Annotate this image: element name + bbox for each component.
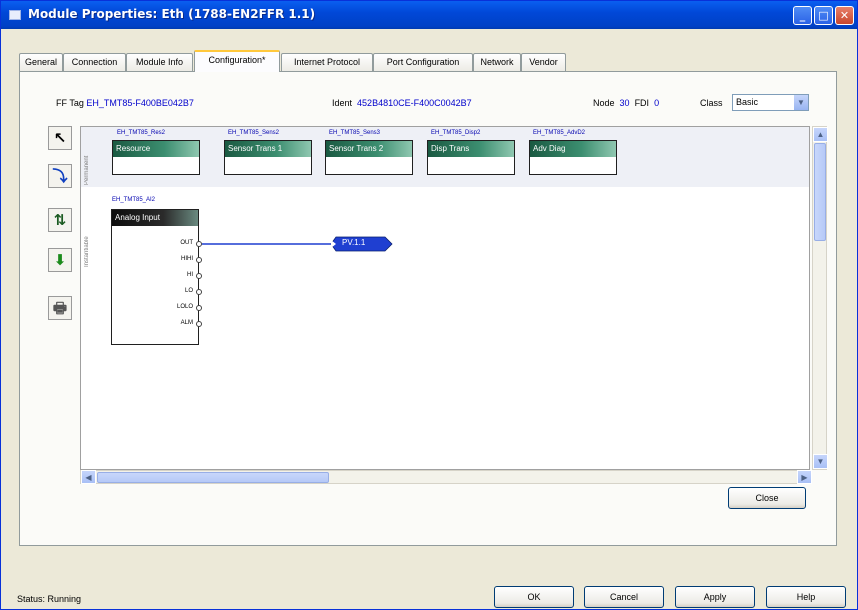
scroll-left-icon[interactable]: ◀ bbox=[81, 470, 96, 484]
swap-tool-button[interactable]: ⇅ bbox=[48, 208, 72, 232]
ident-value: 452B4810CE-F400C0042B7 bbox=[357, 98, 472, 108]
help-button[interactable]: Help bbox=[766, 586, 846, 608]
status-value: Running bbox=[47, 594, 82, 604]
swap-icon: ⇅ bbox=[53, 211, 67, 229]
pv-output-tag[interactable]: PV.1.1 bbox=[340, 237, 392, 251]
configuration-panel: FF Tag EH_TMT85-F400BE042B7 Ident 452B48… bbox=[19, 71, 837, 546]
node-row: Node 30 FDI 0 bbox=[593, 95, 659, 111]
pv-output-label: PV.1.1 bbox=[342, 238, 366, 247]
node-label: Node bbox=[593, 98, 615, 108]
window-icon bbox=[9, 10, 21, 20]
link-icon: ⤵ bbox=[52, 167, 68, 185]
link-layer bbox=[202, 236, 393, 252]
class-select-value: Basic bbox=[736, 97, 759, 107]
maximize-button[interactable]: □ bbox=[814, 6, 833, 25]
status-label: Status: bbox=[17, 594, 46, 604]
download-button[interactable]: ⬇ bbox=[48, 248, 72, 272]
class-select[interactable]: Basic ▼ bbox=[732, 94, 809, 111]
tab-vendor[interactable]: Vendor bbox=[521, 53, 566, 71]
ok-button[interactable]: OK bbox=[494, 586, 574, 608]
ff-tag-value: EH_TMT85-F400BE042B7 bbox=[86, 98, 194, 108]
class-label: Class bbox=[700, 98, 723, 108]
ident-label: Ident bbox=[332, 98, 353, 108]
node-value: 30 bbox=[619, 98, 630, 108]
status-bar: Status: Running bbox=[17, 594, 81, 604]
tab-port-configuration[interactable]: Port Configuration bbox=[373, 53, 473, 71]
close-window-button[interactable]: ✕ bbox=[835, 6, 854, 25]
fdi-value: 0 bbox=[654, 98, 660, 108]
module-properties-window: Module Properties: Eth (1788-EN2FFR 1.1)… bbox=[0, 0, 858, 610]
chevron-down-icon[interactable]: ▼ bbox=[793, 95, 808, 110]
scroll-down-icon[interactable]: ▼ bbox=[813, 454, 828, 469]
ff-tag-row: FF Tag EH_TMT85-F400BE042B7 bbox=[56, 95, 194, 111]
apply-button[interactable]: Apply bbox=[675, 586, 755, 608]
title-bar[interactable]: Module Properties: Eth (1788-EN2FFR 1.1)… bbox=[1, 1, 857, 29]
scroll-right-icon[interactable]: ▶ bbox=[797, 470, 812, 484]
select-arrow-icon: ↖ bbox=[53, 129, 67, 147]
vertical-scrollbar[interactable]: ▲ ▼ bbox=[812, 126, 828, 470]
close-button[interactable]: Close bbox=[728, 487, 806, 509]
horizontal-scrollbar[interactable]: ◀ ▶ bbox=[80, 470, 812, 484]
horizontal-scroll-thumb[interactable] bbox=[97, 472, 329, 483]
tab-internet-protocol[interactable]: Internet Protocol bbox=[281, 53, 373, 71]
tab-connection[interactable]: Connection bbox=[63, 53, 126, 71]
tab-module-info[interactable]: Module Info bbox=[126, 53, 193, 71]
download-icon: ⬇ bbox=[53, 251, 67, 269]
function-block-canvas[interactable]: Permanent Instantiable EH_TMT85_Res2 Res… bbox=[80, 126, 810, 470]
minimize-button[interactable]: _ bbox=[793, 6, 812, 25]
print-button[interactable]: 🖶 bbox=[48, 296, 72, 320]
tab-configuration[interactable]: Configuration* bbox=[194, 50, 280, 72]
link-tool-button[interactable]: ⤵ bbox=[48, 164, 72, 188]
ident-row: Ident 452B4810CE-F400C0042B7 bbox=[332, 95, 472, 111]
scroll-up-icon[interactable]: ▲ bbox=[813, 127, 828, 142]
select-arrow-button[interactable]: ↖ bbox=[48, 126, 72, 150]
cancel-button[interactable]: Cancel bbox=[584, 586, 664, 608]
tab-network[interactable]: Network bbox=[473, 53, 521, 71]
fdi-label: FDI bbox=[634, 98, 650, 108]
tab-general[interactable]: General bbox=[19, 53, 63, 71]
ff-tag-label: FF Tag bbox=[56, 98, 84, 108]
vertical-scroll-thumb[interactable] bbox=[814, 143, 826, 241]
print-icon: 🖶 bbox=[52, 299, 68, 317]
window-title: Module Properties: Eth (1788-EN2FFR 1.1) bbox=[28, 7, 316, 21]
